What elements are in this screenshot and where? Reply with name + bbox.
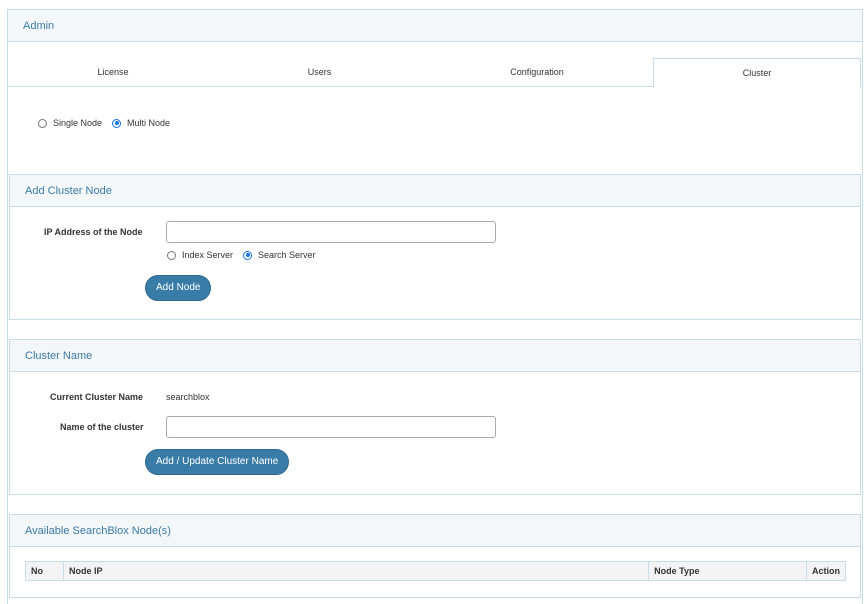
current-cluster-name-value: searchblox	[166, 392, 210, 402]
available-nodes-header: Available SearchBlox Node(s)	[10, 515, 860, 547]
update-cluster-name-button[interactable]: Add / Update Cluster Name	[145, 449, 290, 475]
multi-node-radio[interactable]	[112, 118, 122, 128]
multi-node-label: Multi Node	[127, 118, 171, 128]
search-server-label: Search Server	[258, 250, 316, 260]
add-cluster-node-header: Add Cluster Node	[10, 175, 860, 207]
add-cluster-node-panel: Add Cluster Node IP Address of the Node …	[9, 174, 861, 320]
tab-license[interactable]: License	[8, 58, 218, 87]
cluster-name-panel: Cluster Name Current Cluster Name search…	[9, 339, 861, 495]
index-server-label: Index Server	[182, 250, 234, 260]
tab-cluster[interactable]: Cluster	[653, 58, 861, 88]
nodes-table: No Node IP Node Type Action	[25, 561, 847, 581]
add-cluster-node-title: Add Cluster Node	[25, 185, 112, 197]
current-cluster-name-label: Current Cluster Name	[50, 392, 144, 402]
ip-address-input[interactable]	[166, 221, 496, 243]
column-header-node-type: Node Type	[648, 561, 807, 581]
cluster-name-label: Name of the cluster	[60, 422, 144, 432]
page-title: Admin	[23, 20, 55, 32]
tab-users[interactable]: Users	[218, 58, 421, 87]
cluster-name-input[interactable]	[166, 416, 496, 438]
add-node-button[interactable]: Add Node	[145, 275, 212, 301]
column-header-action: Action	[805, 561, 847, 581]
table-header-row: No Node IP Node Type Action	[25, 561, 847, 581]
index-server-radio[interactable]	[167, 250, 176, 260]
available-nodes-title: Available SearchBlox Node(s)	[25, 525, 171, 537]
single-node-radio[interactable]	[38, 118, 47, 128]
cluster-name-header: Cluster Name	[10, 340, 860, 372]
search-server-radio[interactable]	[243, 250, 253, 260]
admin-tabs: License Users Configuration Cluster	[8, 58, 862, 88]
admin-container: Admin License Users Configuration Cluste…	[7, 9, 863, 604]
cluster-name-title: Cluster Name	[25, 350, 93, 362]
column-header-node-ip: Node IP	[62, 561, 650, 581]
server-type-group: Index Server Search Server	[167, 250, 326, 260]
admin-header: Admin	[8, 10, 862, 42]
tab-configuration[interactable]: Configuration	[421, 58, 653, 87]
available-nodes-panel: Available SearchBlox Node(s) No Node IP …	[9, 514, 861, 598]
node-mode-group: Single Node Multi Node	[38, 118, 180, 128]
single-node-label: Single Node	[53, 118, 103, 128]
column-header-no: No	[25, 561, 64, 581]
ip-address-label: IP Address of the Node	[44, 227, 143, 237]
